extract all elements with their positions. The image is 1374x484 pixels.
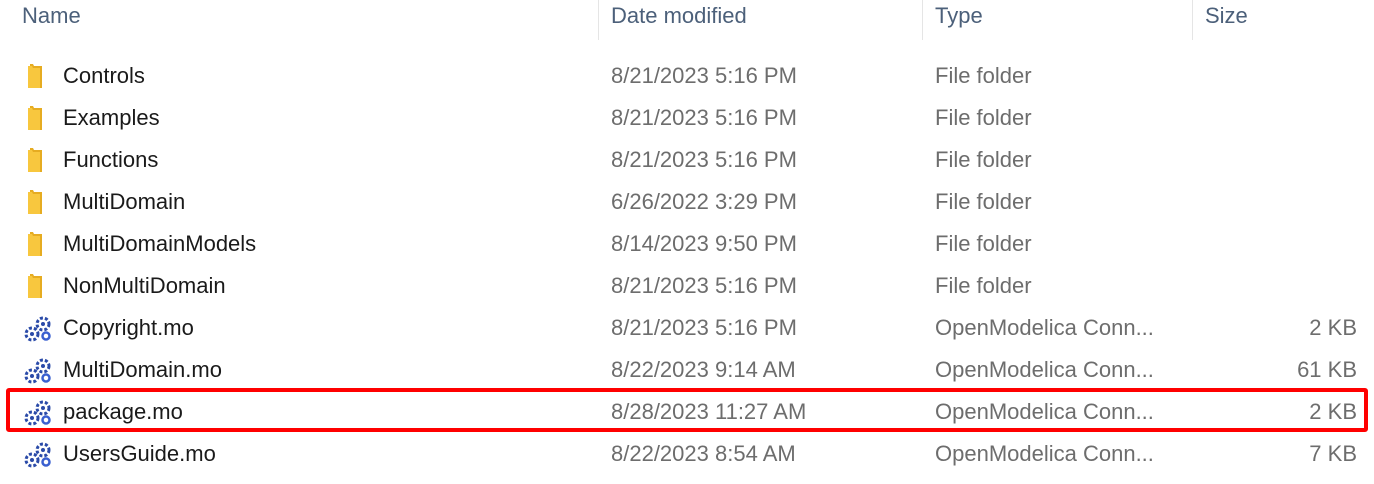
- column-divider[interactable]: [1192, 0, 1193, 40]
- file-size: 7 KB: [1309, 441, 1357, 466]
- folder-icon: [24, 188, 52, 216]
- file-type: File folder: [935, 147, 1032, 172]
- file-row[interactable]: Copyright.mo 8/21/2023 5:16 PM OpenModelic…: [0, 307, 1374, 349]
- file-type: OpenModelica Conn...: [935, 441, 1154, 466]
- column-divider[interactable]: [922, 0, 923, 40]
- file-name: MultiDomain.mo: [63, 357, 222, 382]
- column-divider[interactable]: [598, 0, 599, 40]
- folder-row[interactable]: Controls 8/21/2023 5:16 PM File folder: [0, 55, 1374, 97]
- modelica-file-icon: [24, 440, 52, 468]
- file-size: 61 KB: [1297, 357, 1357, 382]
- column-header: Name Date modified Type Size: [0, 0, 1374, 40]
- file-date-modified: 8/21/2023 5:16 PM: [611, 105, 797, 130]
- column-header-size[interactable]: Size: [1205, 0, 1365, 40]
- column-header-date[interactable]: Date modified: [611, 0, 911, 40]
- file-name: Functions: [63, 147, 159, 172]
- file-row[interactable]: MultiDomain.mo 8/22/2023 9:14 AM OpenModel…: [0, 349, 1374, 391]
- folder-row[interactable]: Examples 8/21/2023 5:16 PM File folder: [0, 97, 1374, 139]
- file-date-modified: 8/22/2023 9:14 AM: [611, 357, 796, 382]
- folder-icon: [24, 272, 52, 300]
- column-header-name[interactable]: Name: [22, 0, 597, 40]
- modelica-file-icon: [24, 356, 52, 384]
- file-name: Copyright.mo: [63, 315, 194, 340]
- file-type: OpenModelica Conn...: [935, 357, 1154, 382]
- file-date-modified: 8/22/2023 8:54 AM: [611, 441, 796, 466]
- file-date-modified: 8/21/2023 5:16 PM: [611, 315, 797, 340]
- file-size: 2 KB: [1309, 315, 1357, 340]
- file-type: File folder: [935, 273, 1032, 298]
- file-name: MultiDomainModels: [63, 231, 257, 256]
- file-date-modified: 8/21/2023 5:16 PM: [611, 273, 797, 298]
- file-type: File folder: [935, 105, 1032, 130]
- file-name: MultiDomain: [63, 189, 186, 214]
- file-type: File folder: [935, 189, 1032, 214]
- file-type: OpenModelica Conn...: [935, 315, 1154, 340]
- folder-icon: [24, 62, 52, 90]
- file-type: File folder: [935, 231, 1032, 256]
- modelica-file-icon: [24, 314, 52, 342]
- folder-row[interactable]: NonMultiDomain 8/21/2023 5:16 PM File fold…: [0, 265, 1374, 307]
- file-name: UsersGuide.mo: [63, 441, 216, 466]
- folder-icon: [24, 104, 52, 132]
- file-date-modified: 8/14/2023 9:50 PM: [611, 231, 797, 256]
- folder-row[interactable]: MultiDomain 6/26/2022 3:29 PM File folder: [0, 181, 1374, 223]
- file-date-modified: 8/21/2023 5:16 PM: [611, 63, 797, 88]
- file-date-modified: 8/21/2023 5:16 PM: [611, 147, 797, 172]
- file-name: NonMultiDomain: [63, 273, 226, 298]
- file-name: Examples: [63, 105, 160, 130]
- folder-row[interactable]: MultiDomainModels 8/14/2023 9:50 PM File f…: [0, 223, 1374, 265]
- file-date-modified: 6/26/2022 3:29 PM: [611, 189, 797, 214]
- file-type: File folder: [935, 63, 1032, 88]
- selection-highlight: [6, 388, 1368, 432]
- folder-icon: [24, 146, 52, 174]
- folder-row[interactable]: Functions 8/21/2023 5:16 PM File folder: [0, 139, 1374, 181]
- folder-icon: [24, 230, 52, 258]
- file-row[interactable]: UsersGuide.mo 8/22/2023 8:54 AM OpenModeli…: [0, 433, 1374, 475]
- file-name: Controls: [63, 63, 145, 88]
- column-header-type[interactable]: Type: [935, 0, 1185, 40]
